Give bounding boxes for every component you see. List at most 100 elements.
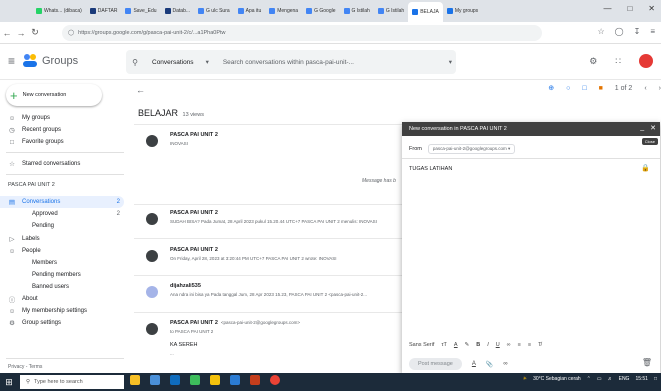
delete-icon[interactable]: ■ <box>599 85 603 92</box>
close-icon[interactable]: ✕ <box>650 124 656 132</box>
close-window-icon[interactable]: ✕ <box>648 4 655 13</box>
forward-icon[interactable]: → <box>14 28 28 38</box>
office-icon[interactable] <box>250 375 260 385</box>
windows-start-icon[interactable]: ⊞ <box>0 377 18 388</box>
avatar[interactable] <box>639 54 653 68</box>
browser-tab[interactable]: Datab... <box>161 2 195 20</box>
hamburger-icon[interactable]: ≡ <box>8 54 15 68</box>
tag-icon[interactable]: □ <box>582 85 586 92</box>
browser-tab[interactable]: BELAJA <box>408 2 443 22</box>
bold-icon[interactable]: B <box>476 342 480 348</box>
maximize-icon[interactable]: □ <box>627 4 632 13</box>
back-arrow-icon[interactable]: ← <box>136 85 145 95</box>
numbered-list-icon[interactable]: ≡ <box>518 342 521 348</box>
store-icon[interactable] <box>230 375 240 385</box>
file-explorer-icon[interactable] <box>210 375 220 385</box>
italic-icon[interactable]: I <box>487 342 489 348</box>
sidebar-item-label: Members <box>32 260 58 266</box>
search-icon: ⚲ <box>26 379 31 385</box>
new-conversation-button[interactable]: + New conversation <box>6 84 102 106</box>
download-icon[interactable]: ↧ <box>634 27 641 36</box>
from-select[interactable]: pasca-pai-unit-2@googlegroups.com ▾ <box>427 144 516 154</box>
app-icon[interactable] <box>130 375 140 385</box>
sidebar-item-membership-settings[interactable]: ☺ My membership settings <box>0 305 130 317</box>
highlight-icon[interactable]: ✎ <box>465 342 470 348</box>
prev-page-icon[interactable]: ‹ <box>644 85 646 92</box>
star-icon[interactable]: ☆ <box>598 27 605 36</box>
subject-field[interactable]: TUGAS LATIHAN <box>409 166 452 172</box>
link-icon[interactable]: ∞ <box>507 342 511 348</box>
sidebar-item-pending[interactable]: Pending <box>0 220 130 232</box>
browser-tab[interactable]: G Istilah <box>374 2 408 20</box>
tray-arrow-icon[interactable]: ⌃ <box>587 376 591 382</box>
font-size-icon[interactable]: τT <box>441 342 447 348</box>
sidebar-item-banned-users[interactable]: Banned users <box>0 281 130 293</box>
mark-icon[interactable]: ○ <box>566 85 570 92</box>
format-text-icon[interactable]: A <box>472 361 476 367</box>
sidebar-item-about[interactable]: ⓘ About <box>0 293 130 305</box>
url-text: https://groups.google.com/g/pasca-pai-un… <box>78 30 226 36</box>
edge-icon[interactable] <box>170 375 180 385</box>
app-icon[interactable] <box>190 375 200 385</box>
browser-tab[interactable]: G Google <box>302 2 339 20</box>
clear-format-icon[interactable]: T̸ <box>538 342 541 348</box>
sidebar-item-favorite-groups[interactable]: □ Favorite groups <box>0 136 130 148</box>
language-indicator[interactable]: ENG <box>619 376 630 382</box>
browser-tab[interactable]: Apa itu <box>234 2 266 20</box>
sidebar-item-pending-members[interactable]: Pending members <box>0 269 130 281</box>
font-select[interactable]: Sans Serif <box>409 342 434 348</box>
sidebar-item-recent-groups[interactable]: ◷ Recent groups <box>0 124 130 136</box>
sidebar-item-group-settings[interactable]: ⚙ Group settings <box>0 317 130 329</box>
sidebar-item-my-groups[interactable]: ☺ My groups <box>0 112 130 124</box>
clock[interactable]: 15:51 <box>635 376 648 382</box>
browser-tab[interactable]: My groups <box>443 2 482 20</box>
url-field[interactable]: ◯ https://groups.google.com/g/pasca-pai-… <box>62 25 542 41</box>
back-icon[interactable]: ← <box>0 28 14 38</box>
sidebar-item-members[interactable]: Members <box>0 257 130 269</box>
attach-icon[interactable]: 📎 <box>486 361 493 368</box>
reload-icon[interactable]: ↻ <box>28 27 42 38</box>
bulleted-list-icon[interactable]: ≡ <box>528 342 531 348</box>
chevron-down-icon[interactable]: ▾ <box>202 58 213 66</box>
add-icon[interactable]: ⊕ <box>548 84 554 92</box>
sidebar-item-starred[interactable]: ☆ Starred conversations <box>0 158 130 170</box>
privacy-terms-link[interactable]: Privacy - Terms <box>8 364 42 370</box>
browser-tab[interactable]: Save_Edu <box>121 2 160 20</box>
browser-tab[interactable]: G Istilah <box>340 2 374 20</box>
browser-tab[interactable]: Mengena <box>265 2 302 20</box>
notification-icon[interactable]: □ <box>654 376 657 382</box>
pocket-icon[interactable]: ◯ <box>615 27 624 36</box>
taskbar-search[interactable]: ⚲ Type here to search <box>20 375 124 389</box>
volume-icon[interactable]: ♬ <box>608 376 613 382</box>
weather-text[interactable]: 30°C Sebagian cerah <box>533 376 581 382</box>
chrome-icon[interactable] <box>270 375 280 385</box>
search-input[interactable]: Search conversations within pasca-pai-un… <box>213 59 445 66</box>
sidebar-item-conversations[interactable]: ▤ Conversations 2 <box>0 196 124 208</box>
browser-tab[interactable]: DAFTAR <box>86 2 122 20</box>
search-scope[interactable]: Conversations <box>144 59 202 66</box>
minimize-icon[interactable]: _ <box>640 124 644 132</box>
show-trimmed-content[interactable]: ... <box>170 351 400 356</box>
weather-icon[interactable]: ☀ <box>523 376 527 382</box>
post-message-button[interactable]: Post message <box>409 358 462 370</box>
apps-grid-icon[interactable]: ∷ <box>615 56 621 67</box>
minimize-icon[interactable]: — <box>603 4 611 13</box>
message-sender: PASCA PAI UNIT 2 <pasca-pai-unit-2@google… <box>170 320 300 326</box>
settings-icon[interactable]: ⚙ <box>589 56 597 67</box>
browser-tab[interactable]: Whats... (dibaca) <box>32 2 86 20</box>
sidebar-item-labels[interactable]: ▷ Labels <box>0 233 130 245</box>
tab-label: G Istilah <box>385 8 405 14</box>
sidebar-item-label: People <box>22 248 41 254</box>
search-bar[interactable]: ⚲ Conversations ▾ Search conversations w… <box>126 50 456 74</box>
link-icon[interactable]: ∞ <box>503 361 507 367</box>
trash-icon[interactable]: 🗑 <box>642 358 652 367</box>
sidebar-item-approved[interactable]: Approved 2 <box>0 208 130 220</box>
search-options-icon[interactable]: ▾ <box>445 58 456 66</box>
underline-icon[interactable]: U <box>496 342 500 348</box>
browser-tab[interactable]: G ulc Sura <box>194 2 234 20</box>
menu-icon[interactable]: ≡ <box>650 27 655 36</box>
task-view-icon[interactable] <box>150 375 160 385</box>
network-icon[interactable]: ▭ <box>597 376 602 382</box>
text-color-icon[interactable]: A <box>454 342 458 348</box>
sidebar-item-people[interactable]: ☺ People <box>0 245 130 257</box>
